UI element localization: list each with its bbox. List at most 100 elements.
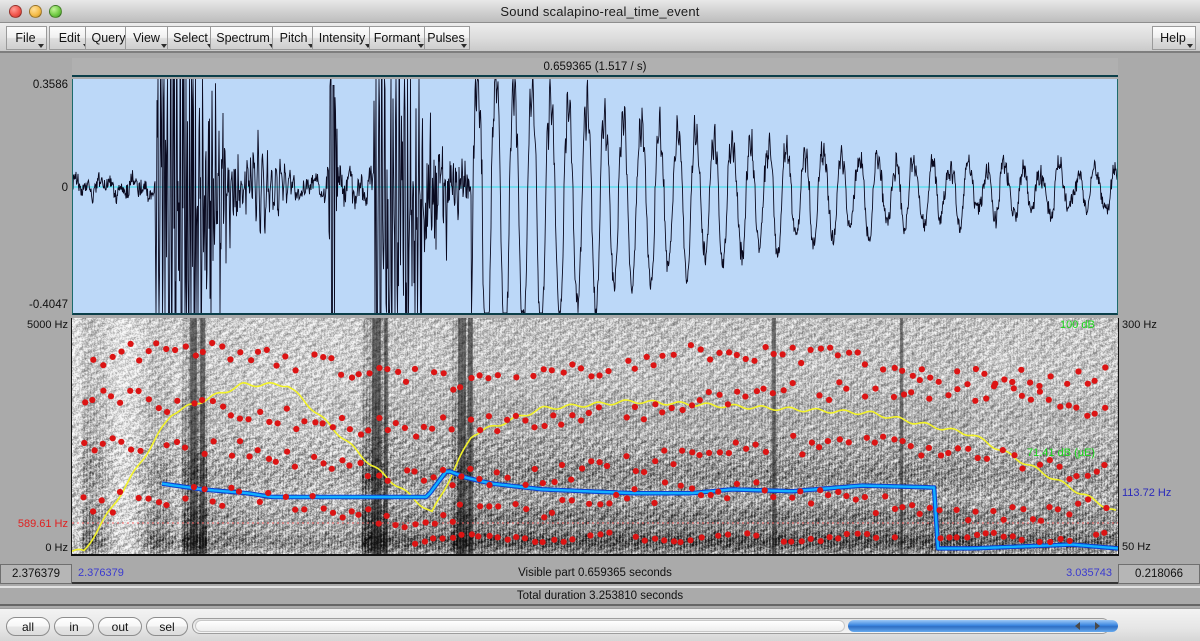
formant-dot [716, 349, 723, 356]
visible-part-strip: 2.376379 Visible part 0.659365 seconds 3… [72, 564, 1118, 584]
formant-dot [81, 439, 88, 447]
formant-dot [411, 468, 418, 475]
menu-spectrum[interactable]: Spectrum [210, 26, 278, 50]
formant-dot [890, 393, 898, 401]
window-end-box[interactable]: 0.218066 [1118, 564, 1200, 584]
waveform-panel[interactable] [72, 79, 1118, 315]
formant-dot [522, 481, 529, 488]
formant-dot [201, 486, 208, 493]
formant-dot [293, 425, 300, 433]
formant-dot [292, 506, 299, 513]
menu-pulses[interactable]: Pulses [424, 26, 470, 50]
formant-dot [716, 391, 723, 398]
menu-file[interactable]: File [6, 26, 47, 50]
formant-dot [1047, 373, 1054, 380]
formant-dot [338, 414, 346, 422]
formant-dot [1065, 402, 1072, 409]
waveform-ymax-label: 0.3586 [32, 79, 68, 91]
menu-view[interactable]: View [125, 26, 170, 50]
formant-dot [118, 438, 125, 445]
formant-dot [724, 495, 731, 502]
zoom-sel-button[interactable]: sel [146, 617, 188, 636]
formant-dot [652, 401, 659, 408]
formant-dot [743, 445, 750, 452]
formant-dot [283, 405, 290, 412]
formant-dot [974, 454, 981, 462]
formant-dot [597, 531, 604, 538]
formant-dot [413, 433, 420, 440]
formant-dot [90, 356, 97, 363]
intensity-value-label: 71.41 dB (µE) [1027, 447, 1096, 459]
formant-dot [926, 395, 933, 402]
formant-dot [560, 369, 567, 376]
zoom-out-button[interactable]: out [98, 617, 142, 636]
scrollbar-arrows[interactable] [1067, 620, 1107, 632]
formant-dot [827, 344, 834, 351]
menu-pitch[interactable]: Pitch [272, 26, 317, 50]
scroll-right-icon[interactable] [1094, 622, 1100, 630]
formant-dot [707, 356, 714, 363]
spectrogram-panel[interactable] [72, 318, 1118, 556]
zoom-all-button[interactable]: all [6, 617, 50, 636]
formant-dot [788, 538, 795, 545]
menu-intensity[interactable]: Intensity [312, 26, 374, 50]
formant-dot [752, 441, 759, 448]
formant-dot [689, 449, 696, 456]
formant-dot [127, 387, 134, 394]
formant-dot [569, 536, 576, 543]
formant-dot [807, 535, 814, 542]
formant-dot [1009, 504, 1016, 511]
formant-dot [1057, 403, 1064, 410]
zoom-in-button[interactable]: in [54, 617, 94, 636]
formant-dot [320, 505, 327, 512]
zoom-all-label: all [21, 619, 34, 634]
formant-dot [495, 503, 502, 510]
formant-dot [983, 395, 990, 402]
formant-dot [541, 514, 548, 521]
formant-dot [632, 533, 639, 540]
formant-dot [596, 372, 603, 379]
formant-dot [282, 493, 289, 500]
formant-dot [715, 532, 722, 539]
formant-dot [705, 389, 712, 396]
formant-dot [355, 371, 362, 378]
formant-dot [220, 403, 227, 410]
formant-dot [1056, 463, 1063, 470]
formant-dot [1064, 380, 1071, 387]
formant-dot [376, 472, 383, 479]
formant-dot [127, 340, 134, 347]
formant-dot [513, 534, 520, 541]
formant-dot [588, 458, 595, 465]
formant-dot [790, 432, 797, 439]
intensity-max-label: 100 dB [1060, 319, 1095, 331]
menu-formant[interactable]: Formant [369, 26, 427, 50]
formant-dot [486, 481, 493, 489]
formant-dot [577, 365, 585, 372]
menu-help[interactable]: Help [1152, 26, 1196, 50]
formant-dot [366, 370, 373, 377]
formant-dot [1103, 504, 1110, 512]
horizontal-scrollbar[interactable] [192, 618, 1118, 634]
formant-dot [954, 445, 962, 452]
formant-dot [357, 431, 365, 438]
selection-end-label: 3.035743 [1066, 567, 1112, 579]
formant-dot [467, 416, 475, 423]
formant-dot [311, 453, 318, 460]
formant-dot [109, 509, 116, 516]
formant-dot [770, 494, 777, 501]
formant-dot [209, 498, 216, 505]
formant-dot [1054, 506, 1061, 513]
window-start-box[interactable]: 2.376379 [0, 564, 72, 584]
formant-dot [569, 361, 576, 368]
formant-dot [458, 473, 465, 480]
formant-dot [807, 346, 814, 353]
formant-dot [477, 427, 484, 434]
formant-dot [82, 399, 89, 406]
formant-dot [687, 342, 695, 349]
formant-dot [698, 534, 705, 541]
formant-dot [329, 509, 337, 516]
formant-dot [631, 486, 638, 493]
menu-select[interactable]: Select [167, 26, 216, 50]
formant-dot [697, 492, 705, 499]
scroll-left-icon[interactable] [1074, 622, 1080, 630]
